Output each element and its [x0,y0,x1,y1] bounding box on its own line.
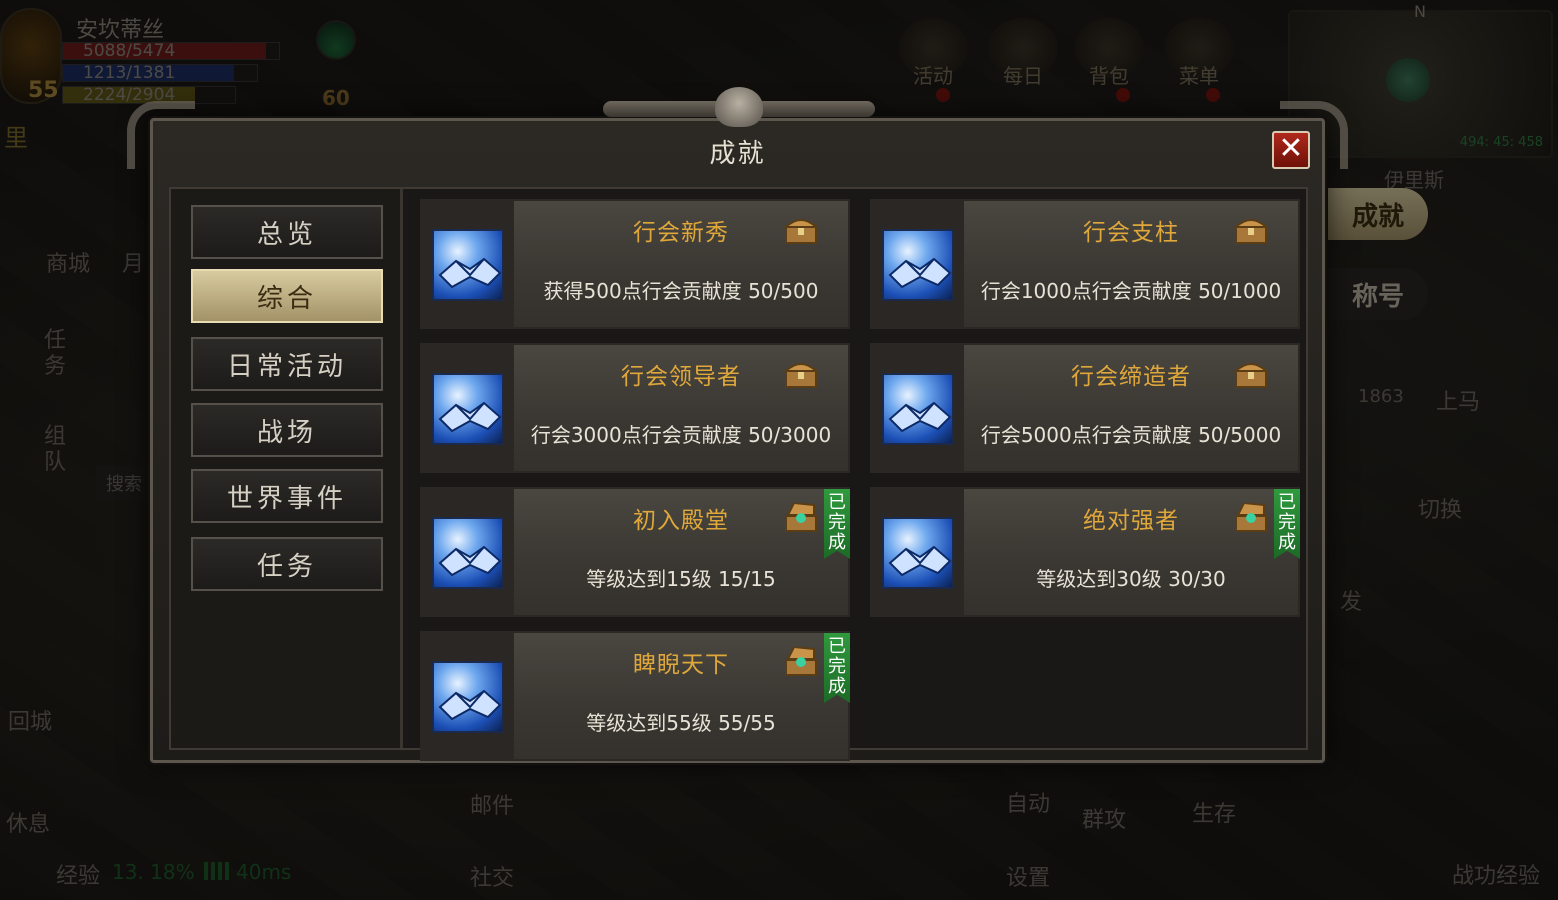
badge-char: 完 [828,656,846,677]
nav-general[interactable]: 综合 [191,269,383,323]
badge-char: 成 [828,676,846,697]
skull-crest-icon [715,87,763,127]
achievement-dialog: 成就 ✕ 总览 综合 日常活动 战场 世界事件 任务 行会新秀 获得500点行会… [127,87,1348,763]
dialog-body: 总览 综合 日常活动 战场 世界事件 任务 行会新秀 获得500点行会贡献度 5… [169,187,1308,761]
badge-char: 成 [828,532,846,553]
nav-quests[interactable]: 任务 [191,537,383,591]
completed-badge: 已 完 成 [1274,489,1300,559]
crest-right-wing [755,101,875,117]
completed-badge: 已 完 成 [824,489,850,559]
crest-left-wing [603,101,723,117]
category-nav: 总览 综合 日常活动 战场 世界事件 任务 [171,189,403,748]
handshake-icon [882,373,954,445]
achievement-card[interactable]: 绝对强者 已 完 成 等级达到30级 30/30 [870,487,1300,617]
treasure-chest-icon[interactable] [783,215,819,245]
open-chest-icon[interactable] [1234,501,1268,533]
badge-char: 已 [828,636,846,657]
nav-daily-activities[interactable]: 日常活动 [191,337,383,391]
open-chest-icon[interactable] [784,501,818,533]
achievement-desc: 行会5000点行会贡献度 50/5000 [980,423,1282,447]
achievement-desc: 行会3000点行会贡献度 50/3000 [530,423,832,447]
badge-char: 完 [828,512,846,533]
achievement-grid: 行会新秀 获得500点行会贡献度 50/500 行会支柱 行会1000点行会贡献… [406,189,1306,761]
achievement-desc: 等级达到15级 15/15 [586,567,776,591]
nav-world-events[interactable]: 世界事件 [191,469,383,523]
handshake-icon [432,517,504,589]
achievement-card[interactable]: 行会领导者 行会3000点行会贡献度 50/3000 [420,343,850,473]
badge-char: 已 [1278,492,1296,513]
achievement-card[interactable]: 行会新秀 获得500点行会贡献度 50/500 [420,199,850,329]
achievement-card[interactable]: 初入殿堂 已 完 成 等级达到15级 15/15 [420,487,850,617]
achievement-card[interactable]: 行会缔造者 行会5000点行会贡献度 50/5000 [870,343,1300,473]
handshake-icon [432,661,504,733]
handshake-icon [882,517,954,589]
handshake-icon [432,373,504,445]
badge-char: 成 [1278,532,1296,553]
close-button[interactable]: ✕ [1272,131,1310,169]
badge-char: 已 [828,492,846,513]
treasure-chest-icon[interactable] [1233,359,1269,389]
treasure-chest-icon[interactable] [1233,215,1269,245]
treasure-chest-icon[interactable] [783,359,819,389]
achievement-desc: 等级达到30级 30/30 [1036,567,1226,591]
handshake-icon [432,229,504,301]
completed-badge: 已 完 成 [824,633,850,703]
nav-overview[interactable]: 总览 [191,205,383,259]
achievement-desc: 获得500点行会贡献度 50/500 [543,279,819,303]
achievement-desc: 等级达到55级 55/55 [586,711,776,735]
nav-battlefield[interactable]: 战场 [191,403,383,457]
achievement-desc: 行会1000点行会贡献度 50/1000 [980,279,1282,303]
dialog-title: 成就 [709,139,766,169]
handshake-icon [882,229,954,301]
badge-char: 完 [1278,512,1296,533]
open-chest-icon[interactable] [784,645,818,677]
achievement-card[interactable]: 行会支柱 行会1000点行会贡献度 50/1000 [870,199,1300,329]
achievement-card[interactable]: 睥睨天下 已 完 成 等级达到55级 55/55 [420,631,850,761]
